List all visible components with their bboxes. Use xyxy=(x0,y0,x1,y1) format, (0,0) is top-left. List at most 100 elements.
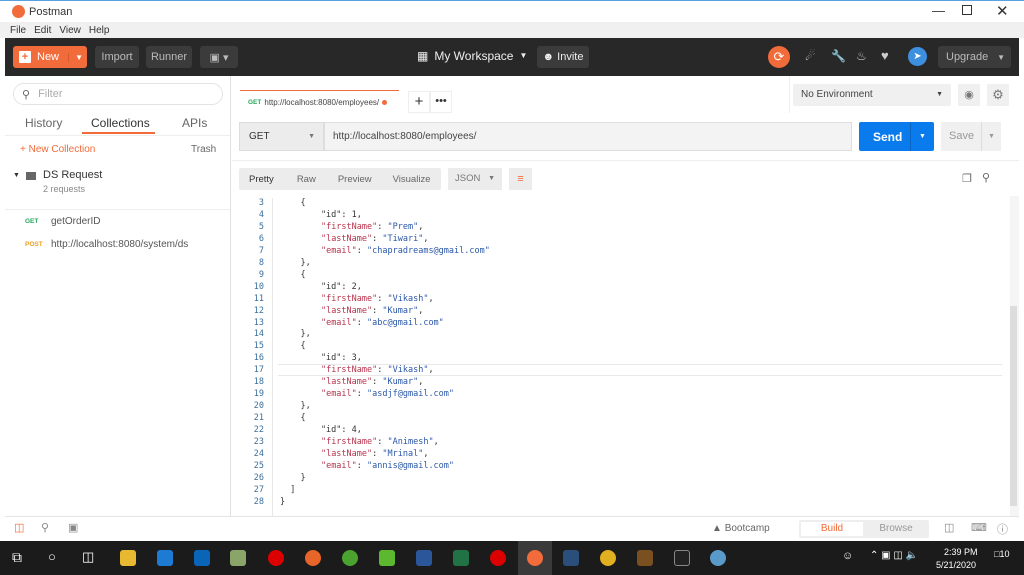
sourcetree-icon[interactable] xyxy=(379,550,395,566)
code-line: "id": 2, xyxy=(280,281,362,292)
opera-icon[interactable] xyxy=(268,550,284,566)
gutter-divider xyxy=(272,198,273,516)
view-raw[interactable]: Raw xyxy=(297,174,316,185)
maximize-button[interactable] xyxy=(962,5,972,15)
copy-icon[interactable]: ❐ xyxy=(962,172,972,185)
code-line: "email": "annis@gmail.com" xyxy=(320,460,455,471)
eye-icon[interactable]: ◉ xyxy=(958,84,980,106)
new-tab-button[interactable]: + xyxy=(408,91,430,113)
postman-taskbar-icon[interactable] xyxy=(518,541,552,575)
url-input[interactable]: http://localhost:8080/employees/ xyxy=(324,122,852,151)
wrench-icon[interactable]: 🔧 xyxy=(831,49,846,63)
find-icon[interactable]: ⚲ xyxy=(41,521,49,534)
word-icon[interactable] xyxy=(416,550,432,566)
satellite-icon[interactable]: ☄ xyxy=(805,49,816,63)
upgrade-label: Upgrade xyxy=(946,51,989,63)
workspace-selector[interactable]: ▦ My Workspace ▼ xyxy=(417,49,527,63)
collection-item[interactable]: ▼ DS Request 2 requests xyxy=(5,164,230,210)
format-select[interactable]: JSON ▼ xyxy=(448,168,502,190)
view-visualize[interactable]: Visualize xyxy=(393,174,431,185)
code-line: "firstName": "Vikash", xyxy=(320,293,434,304)
line-number: 11 xyxy=(253,293,264,304)
build-button[interactable]: Build xyxy=(801,522,863,536)
notification-icon[interactable]: □10 xyxy=(994,549,1009,559)
opera-icon[interactable] xyxy=(490,550,506,566)
excel-icon[interactable] xyxy=(453,550,469,566)
two-pane-icon[interactable]: ◫ xyxy=(944,521,954,534)
bell-icon[interactable]: ♨ xyxy=(856,49,867,63)
close-button[interactable]: ✕ xyxy=(996,2,1009,20)
minimize-button[interactable]: — xyxy=(932,3,945,18)
menu-view[interactable]: View xyxy=(59,25,81,36)
chevron-down-icon[interactable]: ▼ xyxy=(910,122,934,151)
ie-icon[interactable] xyxy=(157,550,173,566)
method-select[interactable]: GET ▼ xyxy=(239,122,324,151)
chevron-down-icon[interactable]: ▼ xyxy=(981,122,1001,151)
help-icon[interactable]: ⓘ xyxy=(997,521,1008,537)
workspace-label: My Workspace xyxy=(434,49,514,63)
menu-edit[interactable]: Edit xyxy=(34,25,51,36)
network-app-icon[interactable] xyxy=(710,550,726,566)
postman-logo-icon xyxy=(12,5,25,18)
wrap-lines-icon[interactable]: ≡ xyxy=(509,168,532,190)
save-button[interactable]: Save ▼ xyxy=(941,122,1001,151)
environment-label: No Environment xyxy=(801,89,873,100)
clock-date[interactable]: 5/21/2020 xyxy=(936,560,976,570)
send-button[interactable]: Send ▼ xyxy=(859,122,934,151)
more-tabs-button[interactable]: ••• xyxy=(430,91,452,113)
tab-apis[interactable]: APIs xyxy=(182,116,207,130)
menu-file[interactable]: File xyxy=(10,25,26,36)
code-line: "email": "chapradreams@gmail.com" xyxy=(320,245,490,256)
spring-icon[interactable] xyxy=(342,550,358,566)
invite-button[interactable]: ☻ Invite xyxy=(537,46,589,68)
browse-button[interactable]: Browse xyxy=(865,522,927,536)
chrome-icon[interactable] xyxy=(600,550,616,566)
environment-selector[interactable]: No Environment ▼ xyxy=(793,84,951,106)
code-line: } xyxy=(280,472,306,483)
new-button[interactable]: + New ▼ xyxy=(13,46,87,68)
line-number: 4 xyxy=(258,209,264,220)
request-item[interactable]: POST http://localhost:8080/system/ds xyxy=(25,239,188,250)
search-icon[interactable]: ○ xyxy=(48,549,56,564)
bootcamp-button[interactable]: ▲ Bootcamp xyxy=(712,523,770,534)
menu-help[interactable]: Help xyxy=(89,25,110,36)
app-icon[interactable] xyxy=(637,550,653,566)
file-explorer-icon[interactable] xyxy=(120,550,136,566)
view-pretty[interactable]: Pretty xyxy=(249,174,274,185)
mysql-workbench-icon[interactable] xyxy=(563,550,579,566)
notepad-icon[interactable] xyxy=(230,550,246,566)
request-tab[interactable]: GET http://localhost:8080/employees/ xyxy=(240,90,399,114)
tab-history[interactable]: History xyxy=(25,116,62,130)
filter-input[interactable]: ⚲ Filter xyxy=(13,83,223,105)
people-icon[interactable]: ☺ xyxy=(842,550,853,562)
new-collection-button[interactable]: + New Collection xyxy=(20,144,95,155)
tray-icons[interactable]: ⌃ ▣ ◫ 🔈 xyxy=(870,550,918,561)
upgrade-button[interactable]: Upgrade ▼ xyxy=(938,46,1011,68)
new-window-button[interactable]: ▣ ▾ xyxy=(200,46,238,68)
keyboard-icon[interactable]: ⌨ xyxy=(971,521,987,534)
firefox-icon[interactable] xyxy=(305,550,321,566)
line-number: 17 xyxy=(253,365,264,376)
terminal-icon[interactable] xyxy=(674,550,690,566)
view-preview[interactable]: Preview xyxy=(338,174,372,185)
tab-collections[interactable]: Collections xyxy=(91,116,150,130)
sidebar-toggle-icon[interactable]: ◫ xyxy=(14,521,24,534)
outlook-icon[interactable] xyxy=(194,550,210,566)
runner-button[interactable]: Runner xyxy=(146,46,192,68)
windows-start-icon[interactable]: ⧉ xyxy=(12,549,22,566)
scrollbar[interactable] xyxy=(1010,196,1019,516)
console-icon[interactable]: ▣ xyxy=(68,521,78,534)
task-view-icon[interactable]: ◫ xyxy=(82,549,94,565)
method-badge: GET xyxy=(25,218,39,225)
chevron-down-icon[interactable]: ▼ xyxy=(68,52,83,62)
heart-icon[interactable]: ♥ xyxy=(881,48,889,63)
bootcamp-label: Bootcamp xyxy=(724,523,770,534)
search-icon[interactable]: ⚲ xyxy=(982,171,990,184)
trash-button[interactable]: Trash xyxy=(191,144,216,155)
request-item[interactable]: GET getOrderID xyxy=(25,216,100,227)
clock-time[interactable]: 2:39 PM xyxy=(944,547,978,557)
rocket-icon[interactable]: ➤ xyxy=(908,47,927,66)
import-button[interactable]: Import xyxy=(95,46,139,68)
gear-icon[interactable]: ⚙ xyxy=(987,84,1009,106)
sync-icon[interactable]: ⟳ xyxy=(768,46,790,68)
